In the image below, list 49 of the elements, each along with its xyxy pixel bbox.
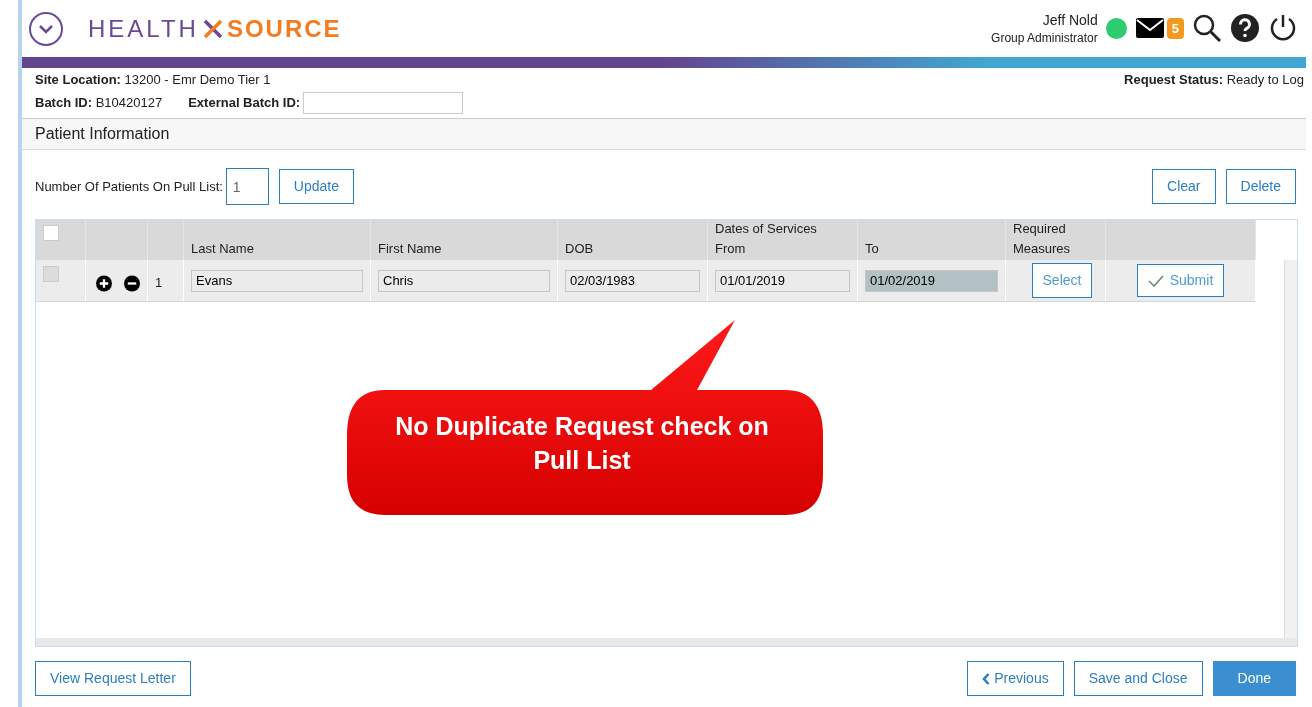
last-name-field[interactable]: Evans	[191, 269, 363, 292]
remove-row-icon[interactable]	[124, 275, 140, 292]
patient-count-field[interactable]: 1	[225, 168, 269, 205]
request-status-text: Request Status: Ready to Log	[1124, 70, 1304, 89]
vertical-scrollbar[interactable]	[1284, 260, 1297, 638]
logo-text: HEALTH	[88, 13, 199, 44]
add-row-icon[interactable]	[96, 275, 112, 292]
row-number: 1	[155, 273, 163, 292]
callout-text: No Duplicate Request check on Pull List	[394, 411, 770, 476]
mail-icon[interactable]	[1134, 17, 1165, 40]
first-name-field[interactable]: Chris	[378, 269, 550, 292]
save-and-close-button[interactable]: Save and Close	[1073, 661, 1203, 696]
horizontal-scrollbar[interactable]	[36, 638, 1297, 646]
view-request-letter-button[interactable]: View Request Letter	[35, 661, 191, 696]
user-name: Jeff Nold	[1041, 10, 1098, 30]
logo-text: SOURCE	[226, 13, 342, 44]
column-group-header: Dates of Services	[715, 220, 818, 238]
done-button[interactable]: Done	[1212, 661, 1296, 696]
clear-button[interactable]: Clear	[1152, 169, 1216, 204]
previous-button[interactable]: Previous	[967, 661, 1064, 696]
dob-field[interactable]: 02/03/1983	[565, 269, 700, 292]
chevron-left-icon	[982, 672, 991, 685]
message-count-badge: 5	[1166, 17, 1184, 40]
column-header: To	[865, 239, 880, 258]
select-button[interactable]: Select	[1031, 263, 1093, 298]
external-batch-id-field[interactable]	[303, 92, 464, 114]
help-icon[interactable]	[1230, 13, 1260, 44]
update-button[interactable]: Update	[278, 169, 354, 204]
select-all-checkbox[interactable]	[43, 225, 59, 241]
batch-id-text: Batch ID: B10420127	[35, 94, 163, 113]
search-icon[interactable]	[1192, 13, 1222, 44]
delete-button[interactable]: Delete	[1225, 169, 1296, 204]
site-location-text: Site Location: 13200 - Emr Demo Tier 1	[35, 70, 271, 89]
row-checkbox[interactable]	[43, 266, 59, 282]
submit-button[interactable]: Submit	[1136, 264, 1225, 297]
column-header: DOB	[565, 239, 595, 258]
column-header: Last Name	[191, 239, 255, 258]
checkmark-icon	[1147, 274, 1164, 287]
column-header: Required Measures	[1013, 220, 1072, 258]
column-header: From	[715, 239, 747, 258]
external-batch-id-label: External Batch ID:	[188, 94, 301, 113]
column-header: First Name	[378, 239, 443, 258]
user-role: Group Administrator	[991, 29, 1098, 47]
pull-list-label: Number Of Patients On Pull List:	[35, 177, 223, 196]
chevron-down-circle-icon[interactable]	[28, 10, 64, 47]
to-field[interactable]: 01/02/2019	[865, 269, 998, 292]
from-field[interactable]: 01/01/2019	[715, 269, 850, 292]
logo-x-icon	[202, 18, 223, 39]
section-title: Patient Information	[22, 118, 1306, 150]
